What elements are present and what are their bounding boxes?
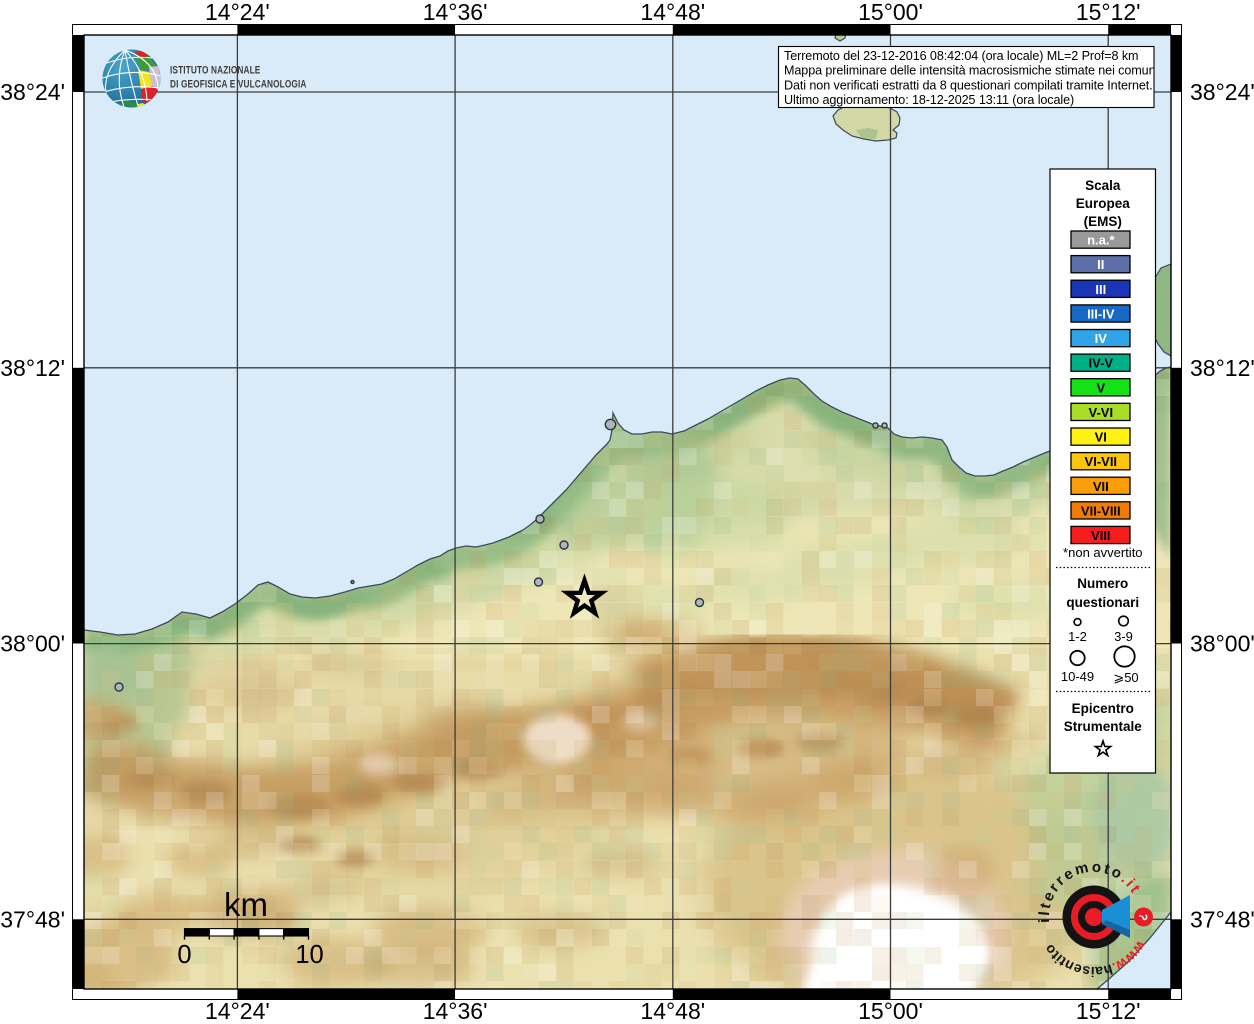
svg-text:Scala: Scala [1085,178,1121,193]
svg-text:III: III [1095,282,1106,297]
svg-text:37°48': 37°48' [1190,906,1254,932]
svg-text:10-49: 10-49 [1061,669,1094,684]
svg-text:IV: IV [1095,331,1108,346]
svg-text:Strumentale: Strumentale [1064,719,1143,734]
svg-text:15°12': 15°12' [1076,998,1141,1024]
svg-text:*non avvertito: *non avvertito [1063,545,1143,560]
svg-text:VIII: VIII [1091,528,1111,543]
svg-text:1-2: 1-2 [1068,629,1087,644]
svg-text:3-9: 3-9 [1114,629,1133,644]
svg-text:km: km [224,886,268,923]
svg-text:VI: VI [1095,430,1107,445]
svg-text:15°00': 15°00' [858,0,923,25]
svg-text:Numero: Numero [1077,576,1128,591]
svg-text:38°24': 38°24' [0,79,65,105]
svg-text:VI-VII: VI-VII [1085,454,1118,469]
svg-text:Mappa preliminare delle intens: Mappa preliminare delle intensità macros… [784,64,1158,78]
svg-text:V: V [1096,380,1105,395]
svg-text:15°12': 15°12' [1076,0,1141,25]
svg-text:14°36': 14°36' [423,0,488,25]
svg-text:⩾50: ⩾50 [1113,670,1138,685]
svg-text:VII: VII [1093,479,1109,494]
svg-text:14°36': 14°36' [423,998,488,1024]
svg-text:14°48': 14°48' [640,0,705,25]
svg-text:III-IV: III-IV [1087,307,1115,322]
svg-text:Epicentro: Epicentro [1072,701,1134,716]
svg-text:ISTITUTO NAZIONALE: ISTITUTO NAZIONALE [170,64,261,77]
svg-text:15°00': 15°00' [858,998,923,1024]
svg-text:14°48': 14°48' [640,998,705,1024]
svg-text:V-VI: V-VI [1089,405,1114,420]
svg-text:38°12': 38°12' [0,355,65,381]
svg-text:n.a.*: n.a.* [1087,233,1115,248]
svg-text:questionari: questionari [1066,595,1139,610]
svg-text:Terremoto del 23-12-2016 08:42: Terremoto del 23-12-2016 08:42:04 (ora l… [784,49,1138,63]
svg-text:Europea: Europea [1076,196,1131,211]
svg-text:14°24': 14°24' [205,998,270,1024]
svg-text:38°24': 38°24' [1190,79,1254,105]
svg-text:14°24': 14°24' [205,0,270,25]
svg-text:37°48': 37°48' [0,906,65,932]
svg-text:(EMS): (EMS) [1084,214,1122,229]
svg-text:DI GEOFISICA E VULCANOLOGIA: DI GEOFISICA E VULCANOLOGIA [170,78,307,91]
svg-text:10: 10 [295,941,323,969]
svg-text:IV-V: IV-V [1089,356,1114,371]
svg-text:0: 0 [177,941,191,969]
svg-text:II: II [1097,257,1104,272]
svg-text:38°00': 38°00' [0,631,65,657]
svg-text:Ultimo aggiornamento: 18-12-20: Ultimo aggiornamento: 18-12-2025 13:11 (… [784,93,1074,107]
svg-text:38°00': 38°00' [1190,631,1254,657]
svg-text:VII-VIII: VII-VIII [1081,503,1121,518]
svg-text:38°12': 38°12' [1190,355,1254,381]
svg-text:Dati non verificati estratti d: Dati non verificati estratti da 8 questi… [784,78,1153,92]
